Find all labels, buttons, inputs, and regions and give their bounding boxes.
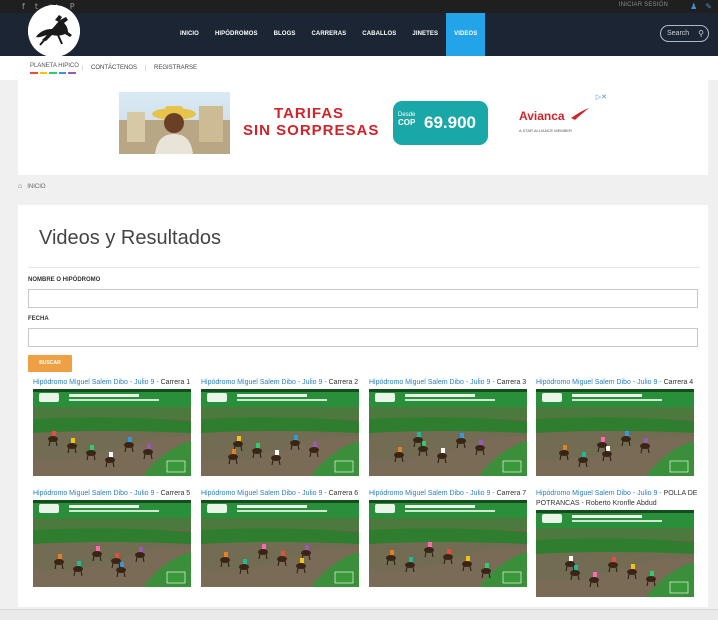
search-input[interactable]: Search ⚲ xyxy=(660,25,709,42)
top-icons: ♟ ✎ xyxy=(690,1,712,12)
site-logo[interactable] xyxy=(28,5,80,57)
race-video-frame xyxy=(369,389,527,476)
video-item[interactable]: Hipódromo Miguel Salem Dibo - Julio 9 - … xyxy=(536,378,694,476)
video-title-link[interactable]: Hipódromo Miguel Salem Dibo - Julio 9 - … xyxy=(201,489,359,499)
race-video-frame xyxy=(536,389,694,476)
nav-item-blogs[interactable]: BLOGS xyxy=(266,13,304,56)
video-item[interactable]: Hipódromo Miguel Salem Dibo - Julio 9 - … xyxy=(201,489,359,587)
nav-item-inicio[interactable]: INICIO xyxy=(172,13,207,56)
avianca-tagline: A STAR ALLIANCE MEMBER xyxy=(519,128,572,133)
user-icon[interactable]: ♟ xyxy=(690,1,697,12)
video-item[interactable]: Hipódromo Miguel Salem Dibo - Julio 9 - … xyxy=(369,378,527,476)
sub-links: CONTÁCTENOS REGISTRARSE xyxy=(82,65,205,71)
divider xyxy=(28,267,700,268)
video-thumbnail[interactable] xyxy=(369,389,527,476)
video-thumbnail[interactable] xyxy=(369,500,527,587)
video-title-link[interactable]: Hipódromo Miguel Salem Dibo - Julio 9 - … xyxy=(536,489,706,509)
video-thumbnail[interactable] xyxy=(33,389,191,476)
edit-icon[interactable]: ✎ xyxy=(705,1,712,12)
race-video-frame xyxy=(201,389,359,476)
search-placeholder: Search xyxy=(667,30,690,37)
video-title-link[interactable]: Hipódromo Miguel Salem Dibo - Julio 9 - … xyxy=(369,378,527,388)
breadcrumb: ⌂ INICIO xyxy=(18,183,46,190)
video-title-link[interactable]: Hipódromo Miguel Salem Dibo - Julio 9 - … xyxy=(369,489,527,499)
video-item[interactable]: Hipódromo Miguel Salem Dibo - Julio 9 - … xyxy=(33,489,191,587)
nav-item-caballos[interactable]: CABALLOS xyxy=(354,13,404,56)
race-video-frame xyxy=(33,389,191,476)
video-thumbnail[interactable] xyxy=(536,389,694,476)
video-thumbnail[interactable] xyxy=(201,500,359,587)
brand-color-bar xyxy=(30,72,78,74)
ad-headline: TARIFAS SIN SORPRESAS xyxy=(243,105,380,139)
video-thumbnail[interactable] xyxy=(536,510,694,597)
name-field-label: NOMBRE O HIPÓDROMO xyxy=(28,277,101,283)
brand-name: PLANETA HIPICO xyxy=(30,63,79,69)
nav-item-jinetes[interactable]: JINETES xyxy=(404,13,446,56)
horse-logo-icon xyxy=(28,5,80,57)
video-thumbnail[interactable] xyxy=(33,500,191,587)
race-video-frame xyxy=(369,500,527,587)
race-video-frame xyxy=(536,510,694,597)
ad-photo xyxy=(119,92,230,154)
nav-item-hipodromos[interactable]: HIPÓDROMOS xyxy=(207,13,266,56)
top-bar: f t g+ P INICIAR SESIÓN ♟ ✎ xyxy=(0,0,718,13)
main-navbar: INICIO HIPÓDROMOS BLOGS CARRERAS CABALLO… xyxy=(0,13,718,56)
page-title: Videos y Resultados xyxy=(39,227,221,249)
race-video-frame xyxy=(33,500,191,587)
nav-item-carreras[interactable]: CARRERAS xyxy=(303,13,354,56)
video-title-link[interactable]: Hipódromo Miguel Salem Dibo - Julio 9 - … xyxy=(201,378,359,388)
video-item[interactable]: Hipódromo Miguel Salem Dibo - Julio 9 - … xyxy=(536,489,697,597)
facebook-icon[interactable]: f xyxy=(22,1,25,12)
breadcrumb-home[interactable]: INICIO xyxy=(27,184,45,190)
sub-navbar: PLANETA HIPICO CONTÁCTENOS REGISTRARSE xyxy=(0,56,718,80)
race-video-frame xyxy=(201,500,359,587)
video-title-link[interactable]: Hipódromo Miguel Salem Dibo - Julio 9 - … xyxy=(33,489,191,499)
adchoices-icon[interactable]: ▷✕ xyxy=(596,93,607,101)
search-icon[interactable]: ⚲ xyxy=(698,26,704,41)
video-item[interactable]: Hipódromo Miguel Salem Dibo - Julio 9 - … xyxy=(201,378,359,476)
avianca-bird-icon xyxy=(571,108,589,120)
search-button[interactable]: BUSCAR xyxy=(28,355,72,372)
nav-item-videos[interactable]: VIDEOS xyxy=(446,13,486,56)
video-thumbnail[interactable] xyxy=(201,389,359,476)
date-input[interactable] xyxy=(28,328,698,347)
date-field-label: FECHA xyxy=(28,316,49,322)
name-input[interactable] xyxy=(28,289,698,308)
contact-link[interactable]: CONTÁCTENOS xyxy=(82,65,145,71)
main-menu: INICIO HIPÓDROMOS BLOGS CARRERAS CABALLO… xyxy=(172,13,486,56)
ad-price-box: Desde COP 69.900 xyxy=(393,101,488,145)
page-footer-edge xyxy=(0,609,718,620)
avianca-banner-ad[interactable]: TARIFAS SIN SORPRESAS Desde COP 69.900 Av… xyxy=(119,92,609,154)
video-title-link[interactable]: Hipódromo Miguel Salem Dibo - Julio 9 - … xyxy=(33,378,191,388)
video-item[interactable]: Hipódromo Miguel Salem Dibo - Julio 9 - … xyxy=(33,378,191,476)
home-icon[interactable]: ⌂ xyxy=(18,183,22,190)
video-item[interactable]: Hipódromo Miguel Salem Dibo - Julio 9 - … xyxy=(369,489,527,587)
avianca-logo: Avianca xyxy=(519,109,565,123)
videos-card: Videos y Resultados NOMBRE O HIPÓDROMO F… xyxy=(18,205,708,607)
register-link[interactable]: REGISTRARSE xyxy=(145,65,205,71)
video-title-link[interactable]: Hipódromo Miguel Salem Dibo - Julio 9 - … xyxy=(536,378,694,388)
login-link[interactable]: INICIAR SESIÓN xyxy=(619,2,668,8)
